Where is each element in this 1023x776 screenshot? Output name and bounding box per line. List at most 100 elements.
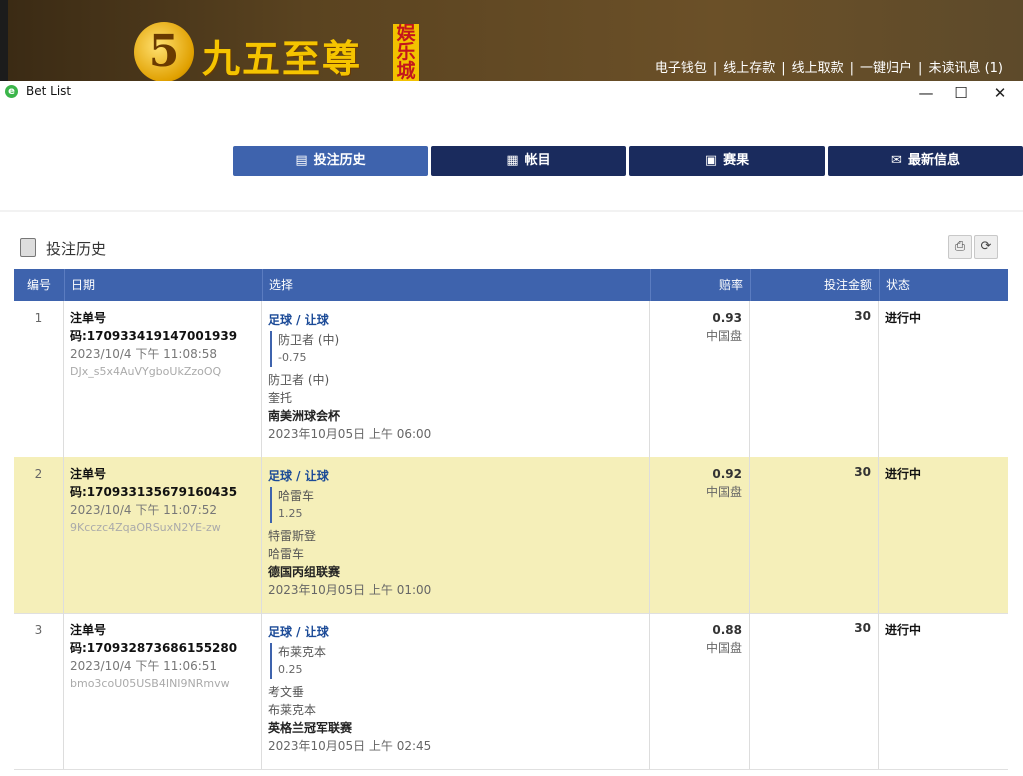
tab-label: 赛果 [723,153,750,168]
odds-cell: 0.92 中国盘 [650,457,750,613]
home-team: 防卫者 (中) [268,373,330,387]
bet-id: 注单号码:170933419147001939 [70,311,238,343]
logo-tag: 娱乐城 [393,24,419,81]
row-number: 1 [14,301,64,457]
odds-market: 中国盘 [705,485,742,499]
section-title-text: 投注历史 [46,240,107,258]
col-selection: 选择 [262,269,650,301]
selection-cell: 足球 / 让球 布莱克本 0.25 考文垂 布莱克本 英格兰冠军联赛 2023年… [262,613,650,769]
tab-latest-info[interactable]: ✉ 最新信息 [828,146,1023,176]
refresh-button[interactable]: ⟳ [974,235,998,259]
match-date: 2023年10月05日 上午 02:45 [268,739,432,753]
nav-separator: | [781,61,786,76]
home-team: 特雷斯登 [268,529,317,543]
bet-hash: 9Kcczc4ZqaORSuxN2YE-zw [70,521,221,534]
status-badge: 进行中 [885,623,922,637]
col-date: 日期 [64,269,262,301]
selection-cell: 足球 / 让球 防卫者 (中) -0.75 防卫者 (中) 奎托 南美洲球会杯 … [262,301,650,457]
handicap: -0.75 [278,351,307,364]
pick-team: 哈雷车 [278,489,315,503]
odds-cell: 0.93 中国盘 [650,301,750,457]
bet-hash: bmo3coU05USB4INI9NRmvw [70,677,230,690]
nav-wallet[interactable]: 电子钱包 [655,61,707,76]
row-number: 2 [14,457,64,613]
ledger-icon: ▦ [506,153,519,168]
date-cell: 注单号码:170932873686155280 2023/10/4 下午 11:… [64,613,262,769]
nav-withdraw[interactable]: 线上取款 [792,61,844,76]
status-badge: 进行中 [885,467,922,481]
table-row: 2 注单号码:170933135679160435 2023/10/4 下午 1… [14,457,1008,614]
away-team: 哈雷车 [268,547,305,561]
sport-type: 足球 / 让球 [268,313,329,327]
results-icon: ▣ [704,153,718,168]
league: 南美洲球会杯 [268,409,341,423]
app-icon: e [5,85,18,98]
odds-value: 0.93 [712,311,742,325]
bet-time: 2023/10/4 下午 11:06:51 [70,659,218,673]
bet-id: 注单号码:170933135679160435 [70,467,238,499]
top-nav: 电子钱包 | 线上存款 | 线上取款 | 一键归户 | 未读讯息 (1) [655,57,1003,76]
col-number: 编号 [26,278,51,292]
maximize-button[interactable]: ☐ [951,83,971,103]
col-status: 状态 [879,269,1008,301]
odds-value: 0.88 [712,623,742,637]
pick-team: 防卫者 (中) [278,333,340,347]
odds-market: 中国盘 [705,641,742,655]
table-row: 3 注单号码:170932873686155280 2023/10/4 下午 1… [14,613,1008,770]
refresh-icon: ⟳ [980,239,992,254]
odds-market: 中国盘 [705,329,742,343]
nav-separator: | [918,61,923,76]
tab-label: 帐目 [524,153,551,168]
status-badge: 进行中 [885,311,922,325]
nav-separator: | [849,61,855,76]
nav-deposit[interactable]: 线上存款 [723,61,775,76]
pick-block: 布莱克本 0.25 [270,643,649,679]
pick-block: 防卫者 (中) -0.75 [270,331,649,367]
nav-messages[interactable]: 未读讯息 (1) [928,61,1003,76]
minimize-button[interactable]: — [916,83,936,103]
match-date: 2023年10月05日 上午 01:00 [268,583,432,597]
envelope-icon: ✉ [891,153,902,168]
pick-block: 哈雷车 1.25 [270,487,649,523]
bet-time: 2023/10/4 下午 11:08:58 [70,347,218,361]
bet-hash: DJx_s5x4AuVYgboUkZzoOQ [70,365,222,378]
odds-cell: 0.88 中国盘 [650,613,750,769]
col-stake: 投注金额 [750,269,879,301]
print-icon: ⎙ [954,239,966,254]
tab-results[interactable]: ▣ 赛果 [629,146,825,176]
stake-amount: 30 [750,301,879,457]
tab-label: 最新信息 [907,153,960,168]
tab-bet-history[interactable]: ▤ 投注历史 [233,146,428,176]
stake-amount: 30 [750,613,879,769]
logo-badge[interactable]: 5 [134,22,194,82]
nav-consolidate[interactable]: 一键归户 [860,61,912,76]
home-team: 考文垂 [268,685,305,699]
handicap: 0.25 [278,663,303,676]
stake-amount: 30 [750,457,879,613]
tab-label: 投注历史 [313,153,366,168]
clipboard-icon: ▤ [295,153,308,168]
table-header: 编号 日期 选择 赔率 投注金额 状态 [14,269,1008,301]
section-title: 投注历史 [20,238,106,259]
clipboard-icon [20,238,36,257]
odds-value: 0.92 [712,467,742,481]
date-cell: 注单号码:170933419147001939 2023/10/4 下午 11:… [64,301,262,457]
logo-text[interactable]: 九五至尊 [202,28,362,83]
tab-account[interactable]: ▦ 帐目 [431,146,626,176]
table-row: 1 注单号码:170933419147001939 2023/10/4 下午 1… [14,301,1008,458]
handicap: 1.25 [278,507,303,520]
site-banner: 5 九五至尊 娱乐城 电子钱包 | 线上存款 | 线上取款 | 一键归户 | 未读讯息 (1) [0,0,1023,83]
bet-time: 2023/10/4 下午 11:07:52 [70,503,218,517]
league: 德国丙组联赛 [268,565,341,579]
date-cell: 注单号码:170933135679160435 2023/10/4 下午 11:… [64,457,262,613]
row-number: 3 [14,613,64,769]
away-team: 布莱克本 [268,703,317,717]
away-team: 奎托 [268,391,293,405]
col-odds: 赔率 [650,269,750,301]
print-button[interactable]: ⎙ [948,235,972,259]
bet-id: 注单号码:170932873686155280 [70,623,238,655]
league: 英格兰冠军联赛 [268,721,353,735]
close-button[interactable]: ✕ [990,83,1010,103]
sport-type: 足球 / 让球 [268,469,329,483]
selection-cell: 足球 / 让球 哈雷车 1.25 特雷斯登 哈雷车 德国丙组联赛 2023年10… [262,457,650,613]
